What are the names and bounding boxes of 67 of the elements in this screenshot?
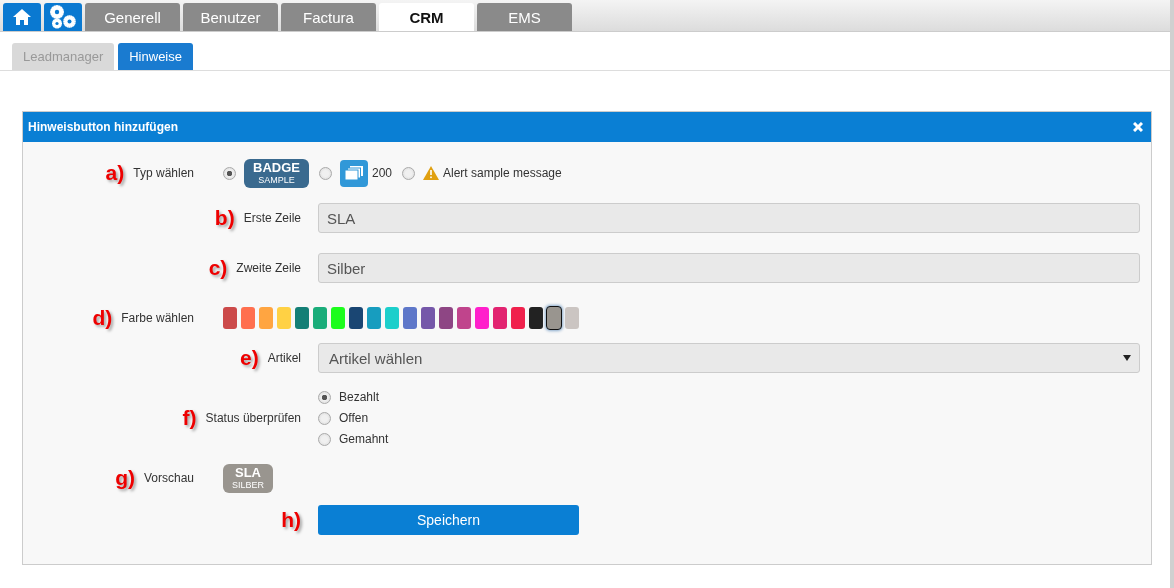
counter-value: 200 [371,166,392,180]
settings-icon [49,5,77,29]
color-swatch[interactable] [259,307,273,329]
settings-tab[interactable] [44,3,82,31]
radio-label: Offen [339,411,369,425]
radio-button[interactable] [318,432,331,446]
panel-title: Hinweisbutton hinzufügen [28,120,178,134]
color-swatch[interactable] [277,307,291,329]
home-icon [12,8,32,26]
color-swatch[interactable] [403,307,417,329]
radio-label: Bezahlt [339,390,380,404]
sub-tab[interactable]: Hinweise [118,43,193,70]
color-swatch[interactable] [331,307,345,329]
color-swatch[interactable] [349,307,363,329]
main-tab[interactable]: Benutzer [183,3,278,31]
alert-text: Alert sample message [443,166,562,180]
color-swatch[interactable] [313,307,327,329]
color-swatch[interactable] [385,307,399,329]
caret-icon [1123,355,1131,361]
step-marker: d) [92,306,113,330]
color-swatch[interactable] [493,307,507,329]
color-swatch[interactable] [421,307,435,329]
text-field[interactable]: Silber [318,253,1140,283]
color-swatch[interactable] [295,307,309,329]
field-label: Zweite Zeile [236,261,301,275]
color-swatch[interactable] [457,307,471,329]
main-tab[interactable]: CRM [379,3,474,31]
color-swatch[interactable] [529,307,543,329]
preview-badge: SLA SILBER [223,463,273,493]
radio-button[interactable] [402,166,415,180]
radio-button[interactable] [318,411,331,425]
step-marker: e) [239,346,259,370]
color-swatch[interactable] [565,307,579,329]
color-swatch[interactable] [367,307,381,329]
step-marker: h) [281,508,301,532]
badge-sample: BADGE SAMPLE [244,158,309,188]
radio-button[interactable] [223,166,236,180]
step-marker: f) [182,406,197,430]
close-icon[interactable] [1133,122,1143,132]
step-marker: b) [214,206,235,230]
radio-button[interactable] [318,166,332,180]
field-label: Status überprüfen [205,411,301,425]
main-tab[interactable]: Generell [85,3,180,31]
main-tab[interactable]: Factura [281,3,376,31]
text-field[interactable]: SLA [318,203,1140,233]
step-marker: c) [208,256,228,280]
field-label: Typ wählen [133,166,194,180]
step-marker: a) [105,161,125,185]
radio-button[interactable] [318,390,331,404]
color-swatch[interactable] [223,307,237,329]
step-marker: g) [115,466,135,490]
color-swatch[interactable] [547,307,561,329]
field-label: Vorschau [143,471,194,485]
field-label: Farbe wählen [121,311,194,325]
color-swatch[interactable] [511,307,525,329]
field-label: Erste Zeile [243,211,301,225]
color-swatch[interactable] [241,307,255,329]
main-tab[interactable]: EMS [477,3,572,31]
radio-label: Gemahnt [339,432,389,446]
home-tab[interactable] [3,3,41,31]
warning-icon [423,166,439,180]
color-swatch[interactable] [439,307,453,329]
article-select[interactable]: Artikel wählen [318,343,1140,373]
save-button[interactable]: Speichern [318,505,579,535]
windows-icon [339,159,368,187]
color-swatch[interactable] [475,307,489,329]
field-label: Artikel [267,351,301,365]
